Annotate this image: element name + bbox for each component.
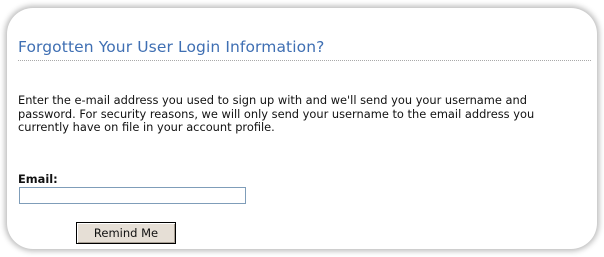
page: Forgotten Your User Login Information? E… — [0, 0, 604, 257]
title-divider — [18, 60, 591, 61]
email-label: Email: — [18, 172, 58, 186]
remind-me-button[interactable]: Remind Me — [76, 222, 176, 244]
login-reminder-panel: Forgotten Your User Login Information? E… — [7, 8, 597, 249]
instructions-text: Enter the e-mail address you used to sig… — [18, 93, 535, 134]
email-field[interactable] — [19, 187, 246, 204]
page-title: Forgotten Your User Login Information? — [18, 38, 325, 56]
